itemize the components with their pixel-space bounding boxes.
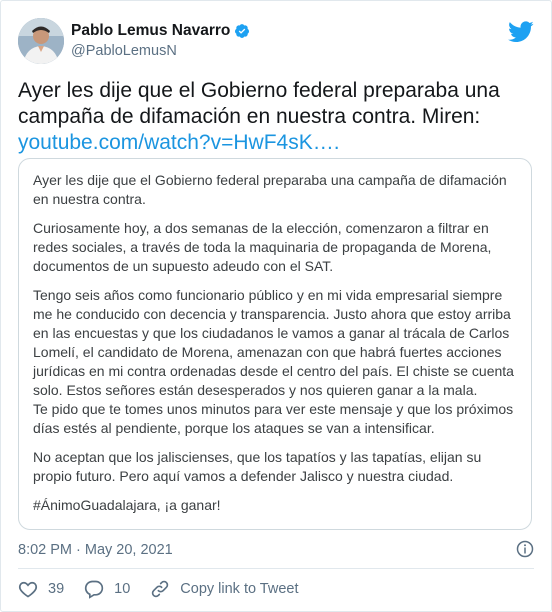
copy-link-button[interactable]: Copy link to Tweet [150, 579, 299, 599]
profile-photo [18, 18, 64, 64]
author-name-text: Pablo Lemus Navarro [71, 22, 231, 39]
tweet-card: Pablo Lemus Navarro @PabloLemusN Ayer le… [0, 0, 552, 612]
reply-icon [85, 580, 104, 599]
youtube-link[interactable]: youtube.com/watch?v=HwF4sK…. [18, 131, 340, 154]
copy-link-label: Copy link to Tweet [180, 581, 299, 597]
like-button[interactable]: 39 [18, 579, 64, 599]
author-name[interactable]: Pablo Lemus Navarro [71, 22, 250, 40]
tweet-body: Ayer les dije que el Gobierno federal pr… [18, 79, 500, 128]
divider [18, 568, 534, 569]
link-icon [152, 580, 169, 598]
tweet-timestamp[interactable]: 8:02 PM · May 20, 2021 [18, 542, 173, 558]
tweet-text: Ayer les dije que el Gobierno federal pr… [18, 78, 528, 156]
embed-paragraph-6: #ÁnimoGuadalajara, ¡a ganar! [33, 497, 221, 513]
embed-paragraph-4: Te pido que te tomes unos minutos para v… [33, 401, 514, 436]
avatar[interactable] [18, 18, 64, 64]
like-count: 39 [48, 581, 65, 597]
info-icon[interactable] [516, 540, 534, 558]
heart-icon [18, 581, 38, 598]
embed-paragraph-2: Curiosamente hoy, a dos semanas de la el… [33, 220, 492, 274]
embed-paragraph-5: No aceptan que los jaliscienses, que los… [33, 449, 482, 484]
verified-badge-icon [235, 24, 250, 38]
reply-button[interactable]: 10 [84, 579, 130, 599]
embed-paragraph-1: Ayer les dije que el Gobierno federal pr… [33, 172, 507, 207]
reply-count: 10 [114, 581, 131, 597]
embed-paragraph-3: Tengo seis años como funcionario público… [33, 287, 514, 398]
author-handle[interactable]: @PabloLemusN [71, 43, 177, 59]
twitter-bird-icon[interactable] [508, 21, 534, 43]
tweet-actions: 39 10 Copy link to Tweet [18, 579, 319, 599]
embedded-text-image[interactable]: Ayer les dije que el Gobierno federal pr… [18, 158, 532, 530]
